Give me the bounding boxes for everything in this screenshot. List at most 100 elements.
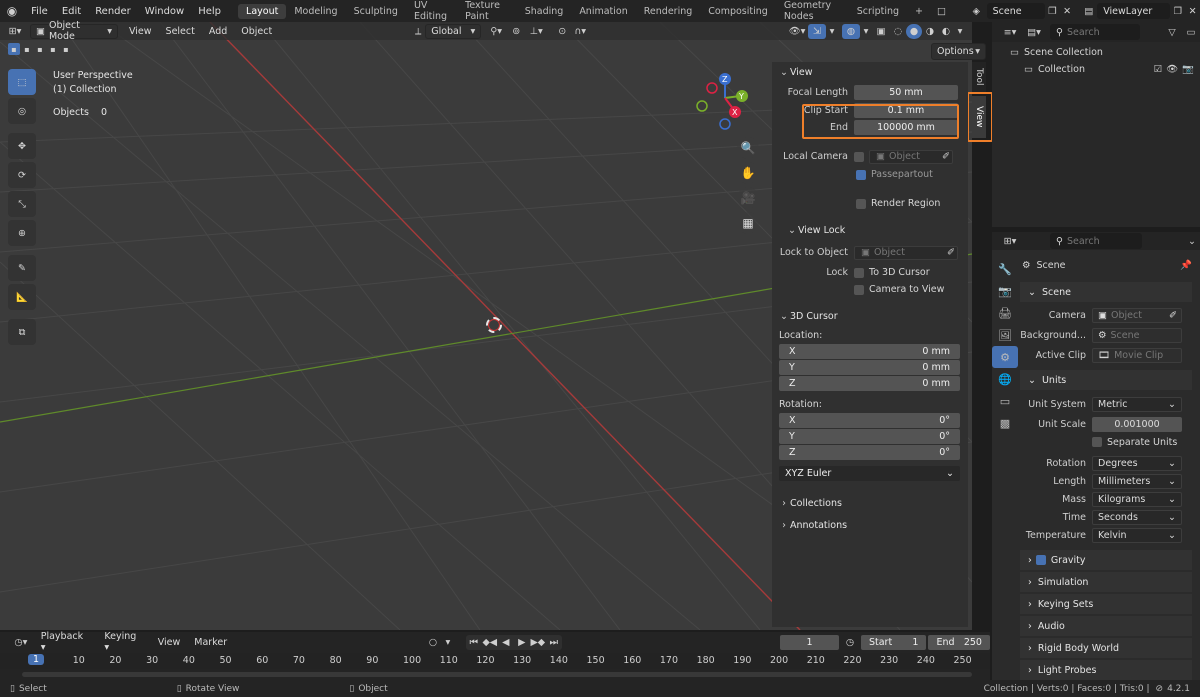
texture-tab-icon[interactable]: ▩ <box>992 412 1018 434</box>
snap-icon[interactable]: ⊚ <box>507 26 525 37</box>
camera-view-icon[interactable]: 🎥 <box>737 187 759 209</box>
workspace-tab-rendering[interactable]: Rendering <box>636 4 701 19</box>
view-panel-header[interactable]: ⌄ View <box>772 62 968 82</box>
viewport-menu-add[interactable]: Add <box>202 26 234 37</box>
background-field[interactable]: ⚙ Scene <box>1092 327 1182 343</box>
collection-exclude-checkbox[interactable]: ☑ <box>1154 64 1163 75</box>
add-cube-tool-icon[interactable]: ⧉ <box>8 319 36 345</box>
audio-section-header[interactable]: › Audio <box>1020 616 1192 636</box>
unit-scale-field[interactable]: 0.001000 <box>1092 416 1182 432</box>
shading-dropdown-icon[interactable]: ▾ <box>954 26 966 37</box>
active-clip-field[interactable]: 🎞 Movie Clip <box>1092 347 1182 363</box>
units-section-header[interactable]: ⌄ Units <box>1020 370 1192 390</box>
scale-tool-icon[interactable]: ⤡ <box>8 191 36 217</box>
viewlayer-icon[interactable]: ▤ <box>1081 6 1098 17</box>
rendered-shading-icon[interactable]: ◐ <box>938 26 954 37</box>
view-layer-tab-icon[interactable]: 🖼 <box>992 324 1018 346</box>
viewport-menu-select[interactable]: Select <box>159 26 202 37</box>
frame-ruler[interactable]: 1 10 20 30 40 50 60 70 80 90 100 110 120 130 140 150 160… <box>0 653 990 669</box>
workspace-tab-animation[interactable]: Animation <box>571 4 635 19</box>
workspace-tab-uv-editing[interactable]: UV Editing <box>406 0 457 24</box>
world-tab-icon[interactable]: 🌐 <box>992 368 1018 390</box>
cursor-location-x[interactable]: X0 mm <box>779 344 960 359</box>
snap-target-icon[interactable]: ⊥▾ <box>525 26 547 37</box>
current-frame-field[interactable]: 1 <box>779 634 840 650</box>
chevron-down-icon[interactable]: ⌄ <box>1184 236 1200 247</box>
jump-end-icon[interactable]: ⏭ <box>546 637 562 648</box>
pan-hand-icon[interactable]: ✋ <box>737 162 759 184</box>
workspace-tab-texture-paint[interactable]: Texture Paint <box>457 0 517 24</box>
mode-dropdown[interactable]: ▣ Object Mode ▾ <box>30 20 118 42</box>
transform-tool-icon[interactable]: ⊕ <box>8 220 36 246</box>
workspace-tab-layout[interactable]: Layout <box>238 3 287 19</box>
unit-system-dropdown[interactable]: Metric ⌄ <box>1092 396 1182 412</box>
viewlayer-delete-icon[interactable]: ✕ <box>1185 6 1200 17</box>
timeline-menu-marker[interactable]: Marker <box>187 637 234 648</box>
eyedropper-icon[interactable]: ✐ <box>1169 310 1177 321</box>
mass-unit-dropdown[interactable]: Kilograms ⌄ <box>1092 491 1182 507</box>
workspace-maximize-icon[interactable]: □ <box>935 6 948 17</box>
render-camera-icon[interactable]: 📷 <box>1182 64 1194 75</box>
menu-edit[interactable]: Edit <box>55 6 88 17</box>
outliner-scene-collection[interactable]: ▭ Scene Collection <box>992 44 1200 61</box>
filter-icon[interactable]: ▽ <box>1162 27 1182 38</box>
workspace-tab-scripting[interactable]: Scripting <box>849 4 907 19</box>
scene-section-header[interactable]: ⌄ Scene <box>1020 282 1192 302</box>
cursor-location-z[interactable]: Z0 mm <box>779 376 960 391</box>
menu-help[interactable]: Help <box>191 6 228 17</box>
next-keyframe-icon[interactable]: ▶◆ <box>530 637 546 648</box>
prev-keyframe-icon[interactable]: ◆◀ <box>482 637 498 648</box>
separate-units-checkbox[interactable] <box>1092 437 1102 447</box>
menu-file[interactable]: File <box>24 6 55 17</box>
gizmo-dropdown-icon[interactable]: ▾ <box>826 26 838 37</box>
camera-to-view-checkbox[interactable] <box>854 284 864 295</box>
tab-tool[interactable]: Tool <box>972 62 986 92</box>
perspective-grid-icon[interactable]: ▦ <box>737 212 759 234</box>
gravity-section-header[interactable]: › Gravity <box>1020 550 1192 570</box>
display-mode-icon[interactable]: ▤▾ <box>1022 27 1046 38</box>
navigation-gizmo[interactable]: Z Y X <box>690 70 760 134</box>
xray-icon[interactable]: ▣ <box>872 26 890 37</box>
select-invert-icon[interactable]: ▪ <box>47 43 59 55</box>
jump-start-icon[interactable]: ⏮ <box>466 637 482 648</box>
workspace-tab-compositing[interactable]: Compositing <box>700 4 776 19</box>
proportional-edit-icon[interactable]: ⊙ <box>553 26 571 37</box>
keying-dropdown-icon[interactable]: ▾ <box>442 637 454 648</box>
lock-to-object-field[interactable]: ▣ Object ✐ <box>854 245 958 260</box>
select-tool-icon[interactable]: ⬚ <box>8 69 36 95</box>
scene-delete-icon[interactable]: ✕ <box>1060 6 1075 17</box>
end-frame-field[interactable]: End 250 <box>928 634 990 650</box>
select-extend-icon[interactable]: ▪ <box>21 43 33 55</box>
menu-render[interactable]: Render <box>88 6 138 17</box>
workspace-tab-shading[interactable]: Shading <box>517 4 572 19</box>
output-tab-icon[interactable]: 🖨 <box>992 302 1018 324</box>
lock-to-cursor-checkbox[interactable] <box>854 267 864 278</box>
light-probes-section-header[interactable]: › Light Probes <box>1020 660 1192 680</box>
outliner-search[interactable]: ⚲ Search <box>1050 24 1140 40</box>
visibility-icon[interactable]: 👁▾ <box>786 26 808 37</box>
outliner-collection[interactable]: ▭ Collection ☑ 👁 📷 <box>992 61 1200 78</box>
local-camera-checkbox[interactable] <box>854 151 864 162</box>
preview-range-icon[interactable]: ◷ <box>839 637 861 648</box>
workspace-tab-sculpting[interactable]: Sculpting <box>346 4 406 19</box>
eyedropper-icon[interactable]: ✐ <box>947 247 955 258</box>
editor-type-icon[interactable]: ⊞▾ <box>0 26 30 37</box>
viewlayer-new-icon[interactable]: ❐ <box>1170 6 1185 17</box>
workspace-tab-modeling[interactable]: Modeling <box>286 4 345 19</box>
blender-logo-icon[interactable]: ◉ <box>0 4 24 18</box>
zoom-icon[interactable]: 🔍 <box>737 137 759 159</box>
keying-sets-section-header[interactable]: › Keying Sets <box>1020 594 1192 614</box>
timeline-scrollbar[interactable] <box>22 672 972 677</box>
overlay-toggle-icon[interactable]: ◍ <box>842 23 860 39</box>
viewport-menu-view[interactable]: View <box>122 26 159 37</box>
overlay-dropdown-icon[interactable]: ▾ <box>860 26 872 37</box>
camera-field[interactable]: ▣ Object ✐ <box>1092 307 1182 323</box>
simulation-section-header[interactable]: › Simulation <box>1020 572 1192 592</box>
start-frame-field[interactable]: Start 1 <box>860 634 927 650</box>
cursor-rotation-y[interactable]: Y 0° <box>779 429 960 444</box>
time-unit-dropdown[interactable]: Seconds ⌄ <box>1092 509 1182 525</box>
cursor-rotation-x[interactable]: X 0° <box>779 413 960 428</box>
falloff-icon[interactable]: ∩▾ <box>571 26 589 37</box>
collections-header[interactable]: › Collections <box>772 493 968 513</box>
visibility-eye-icon[interactable]: 👁 <box>1166 64 1178 75</box>
